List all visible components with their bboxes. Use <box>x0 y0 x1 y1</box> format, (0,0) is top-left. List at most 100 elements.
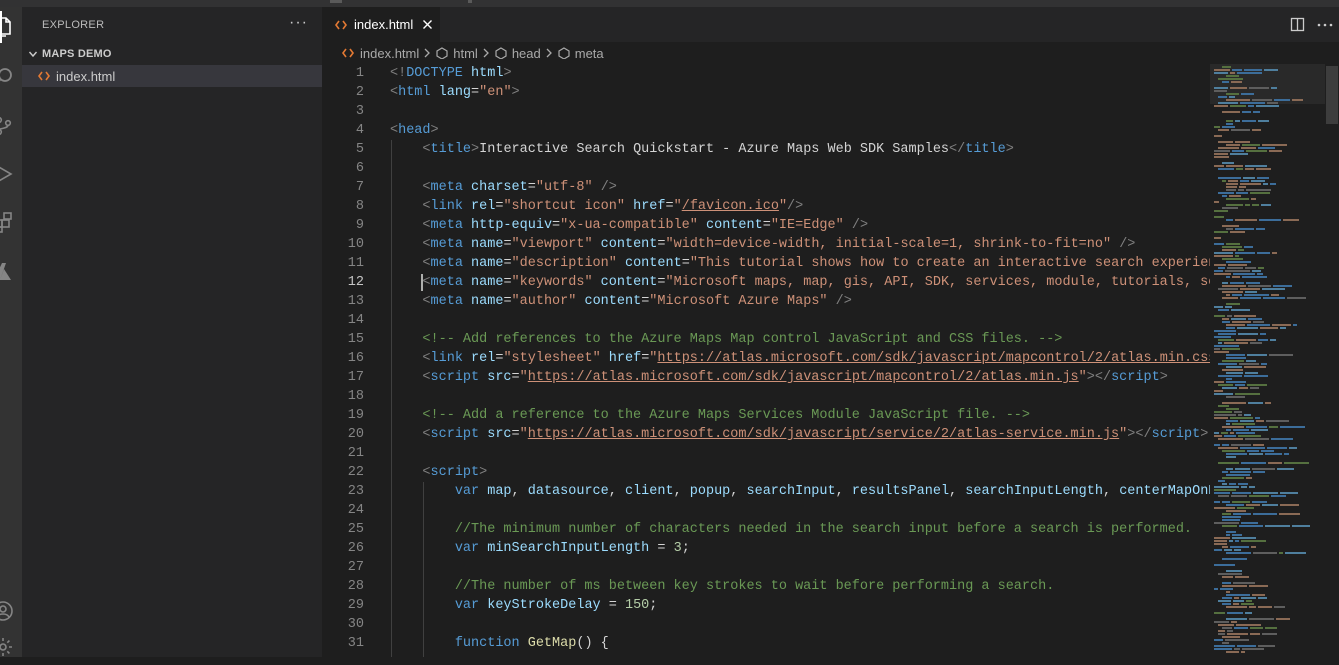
minimap-line <box>1240 288 1260 290</box>
minimap-line <box>1232 294 1242 296</box>
code-line[interactable]: <head> <box>390 121 1212 140</box>
minimap-line <box>1260 333 1266 335</box>
code-line[interactable]: <link rel="shortcut icon" href="/favicon… <box>390 197 1212 216</box>
code-token: 3 <box>673 541 682 556</box>
azure-activity[interactable] <box>0 254 22 290</box>
code-line[interactable] <box>390 615 1212 634</box>
minimap-line <box>1261 204 1271 206</box>
code-line[interactable]: var keyStrokeDelay = 150; <box>390 596 1212 615</box>
code-line[interactable]: <meta name="description" content="This t… <box>390 254 1212 273</box>
folder-maps-demo[interactable]: MAPS DEMO <box>22 45 322 63</box>
manage-activity[interactable] <box>0 629 22 665</box>
code-line[interactable]: var minSearchInputLength = 3; <box>390 539 1212 558</box>
code-line[interactable]: <html lang="en"> <box>390 83 1212 102</box>
code-editor[interactable]: 1 2 3 4 5 6 7 8 9 10 11 12 13 14 15 16 17 18 19 20 21 22 23 24 2… <box>322 64 1339 657</box>
minimap-line <box>1272 324 1291 326</box>
code-line[interactable]: //The number of ms between key strokes t… <box>390 577 1212 596</box>
code-token: < <box>422 142 431 157</box>
azure-icon <box>0 260 15 284</box>
source-control-activity[interactable] <box>0 108 22 144</box>
code-line[interactable]: <meta charset="utf-8" /> <box>390 178 1212 197</box>
code-line[interactable]: <meta name="viewport" content="width=dev… <box>390 235 1212 254</box>
minimap-line <box>1218 339 1234 341</box>
minimap-line <box>1218 129 1229 131</box>
line-number: 14 <box>347 313 364 328</box>
breadcrumb-head[interactable]: head <box>494 46 541 61</box>
code-token: () { <box>576 636 609 651</box>
more-actions-icon[interactable]: ··· <box>289 14 308 32</box>
minimap-line <box>1214 393 1233 395</box>
code-line[interactable] <box>390 311 1212 330</box>
code-line[interactable]: <script src="https://atlas.microsoft.com… <box>390 368 1212 387</box>
minimap-line <box>1214 87 1228 89</box>
file-item-index-html[interactable]: index.html <box>22 65 322 87</box>
source-control-icon <box>0 114 15 138</box>
code-line[interactable]: <script> <box>390 463 1212 482</box>
code-content[interactable]: <!DOCTYPE html> <html lang="en"> <head> <… <box>390 64 1212 653</box>
breadcrumb-html[interactable]: html <box>435 46 478 61</box>
code-line[interactable] <box>390 444 1212 463</box>
search-activity[interactable] <box>0 59 22 95</box>
minimap-line <box>1226 381 1246 383</box>
minimap-line <box>1233 600 1244 602</box>
run-debug-activity[interactable] <box>0 156 22 192</box>
code-line[interactable] <box>390 501 1212 520</box>
minimap-line <box>1245 165 1267 167</box>
minimap-line <box>1256 228 1265 230</box>
vertical-scrollbar[interactable] <box>1325 64 1339 657</box>
minimap-line <box>1241 522 1258 524</box>
symbol-icon <box>494 47 508 59</box>
line-number: 9 <box>355 218 364 233</box>
minimap-line <box>1287 297 1306 299</box>
minimap-line <box>1222 471 1228 473</box>
code-line[interactable]: <script src="https://atlas.microsoft.com… <box>390 425 1212 444</box>
minimap-line <box>1267 102 1278 104</box>
code-line[interactable] <box>390 387 1212 406</box>
minimap-line <box>1222 558 1247 560</box>
split-editor-icon[interactable] <box>1283 17 1311 32</box>
code-line[interactable] <box>390 159 1212 178</box>
line-number: 6 <box>355 161 364 176</box>
minimap-line <box>1280 426 1305 428</box>
minimap-line <box>1222 162 1234 164</box>
code-token: //The number of ms between key strokes t… <box>454 579 1055 594</box>
code-line[interactable]: <!-- Add references to the Azure Maps Ma… <box>390 330 1212 349</box>
code-line[interactable]: <meta name="author" content="Microsoft A… <box>390 292 1212 311</box>
code-line[interactable]: <meta name="keywords" content="Microsoft… <box>390 273 1212 292</box>
code-line[interactable]: <!DOCTYPE html> <box>390 64 1212 83</box>
code-line[interactable]: function GetMap() { <box>390 634 1212 653</box>
minimap[interactable] <box>1210 64 1325 657</box>
code-line[interactable]: var map, datasource, client, popup, sear… <box>390 482 1212 501</box>
code-line[interactable]: <title>Interactive Search Quickstart - A… <box>390 140 1212 159</box>
minimap-line <box>1222 297 1238 299</box>
minimap-line <box>1239 525 1263 527</box>
minimap-line <box>1243 177 1255 179</box>
tab-label: index.html <box>354 17 414 32</box>
tab-index-html[interactable]: index.html <box>322 7 440 42</box>
scrollbar-thumb[interactable] <box>1326 66 1338 124</box>
code-line[interactable]: <!-- Add a reference to the Azure Maps S… <box>390 406 1212 425</box>
folder-label: MAPS DEMO <box>42 48 112 60</box>
more-actions-icon[interactable] <box>1311 23 1339 27</box>
explorer-activity[interactable] <box>0 9 22 45</box>
minimap-line <box>1280 327 1286 329</box>
minimap-line <box>1218 375 1242 377</box>
code-line[interactable]: <link rel="stylesheet" href="https://atl… <box>390 349 1212 368</box>
accounts-activity[interactable] <box>0 593 22 629</box>
breadcrumb-file[interactable]: index.html <box>342 46 419 61</box>
minimap-line <box>1244 69 1262 71</box>
close-icon[interactable] <box>422 19 433 30</box>
minimap-line <box>1222 627 1232 629</box>
minimap-line <box>1236 339 1256 341</box>
code-line[interactable]: <meta http-equiv="x-ua-compatible" conte… <box>390 216 1212 235</box>
breadcrumb-meta[interactable]: meta <box>557 46 604 61</box>
extensions-activity[interactable] <box>0 205 22 241</box>
minimap-line <box>1222 246 1242 248</box>
code-line[interactable] <box>390 558 1212 577</box>
code-line[interactable] <box>390 102 1212 121</box>
code-line[interactable]: //The minimum number of characters neede… <box>390 520 1212 539</box>
